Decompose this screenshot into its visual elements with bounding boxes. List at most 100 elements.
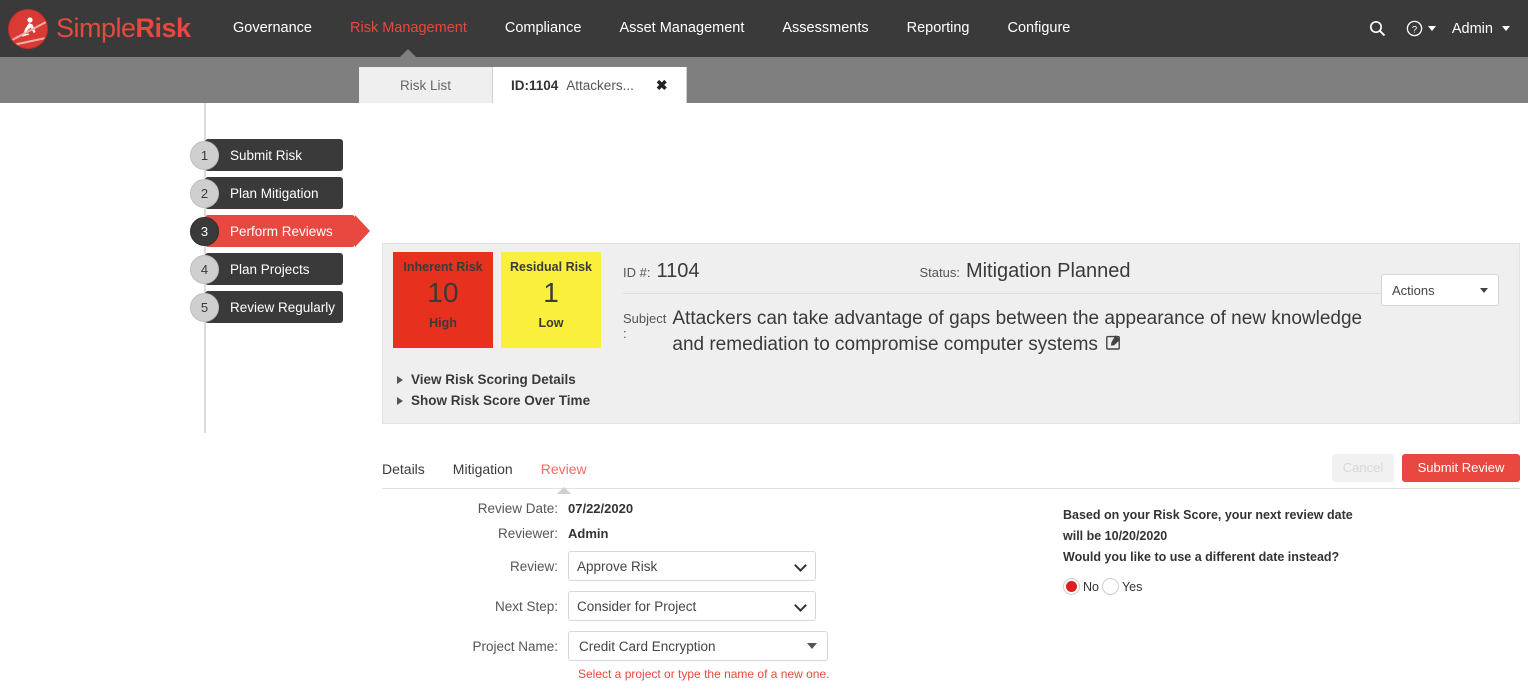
brand-name-simple: Simple — [56, 13, 136, 43]
tab-mitigation[interactable]: Mitigation — [453, 461, 513, 487]
risk-status-group: Status: Mitigation Planned — [919, 260, 1130, 283]
chevron-down-icon-admin — [1502, 26, 1510, 32]
risk-subject-row: Subject : Attackers can take advantage o… — [623, 294, 1381, 357]
tab-risk-detail-id: ID:1104 — [511, 77, 559, 93]
risk-subtabs-row: Details Mitigation Review Cancel Submit … — [382, 451, 1520, 494]
field-row-project-name: Project Name: Credit Card Encryption — [382, 631, 1520, 661]
residual-risk-value: 1 — [543, 277, 559, 308]
toggle-scoring-label: View Risk Scoring Details — [411, 372, 576, 388]
main-menu: Governance Risk Management Compliance As… — [214, 0, 1089, 58]
step-label-1: Submit Risk — [230, 147, 303, 163]
actions-dropdown[interactable]: Actions — [1381, 274, 1499, 306]
project-name-combobox[interactable]: Credit Card Encryption — [568, 631, 828, 661]
toggle-overtime-label: Show Risk Score Over Time — [411, 393, 591, 409]
project-name-label: Project Name: — [472, 638, 558, 654]
inherent-risk-level: High — [429, 316, 457, 330]
reviewer-label: Reviewer: — [497, 526, 558, 541]
tab-details[interactable]: Details — [382, 461, 425, 487]
risk-header-top: Inherent Risk 10 High Residual Risk 1 Lo… — [383, 244, 1519, 363]
menu-item-assessments[interactable]: Assessments — [763, 0, 887, 57]
risk-status-label: Status: — [919, 265, 960, 280]
sidebar-item-plan-mitigation[interactable]: 2 Plan Mitigation — [188, 177, 358, 209]
brand-name: SimpleRisk — [56, 13, 191, 44]
sidebar-item-review-regularly[interactable]: 5 Review Regularly — [188, 291, 358, 323]
status-badge: Mitigation Planned — [965, 260, 1131, 282]
tab-risk-list[interactable]: Risk List — [359, 67, 493, 103]
next-step-select[interactable]: Consider for Project — [568, 591, 816, 621]
chevron-down-icon-actions — [1480, 287, 1488, 293]
close-icon[interactable]: ✖ — [656, 77, 668, 94]
risk-id-status-row: ID #: 1104 Status: Mitigation Planned — [623, 252, 1381, 294]
step-number-4: 4 — [190, 254, 219, 284]
triangle-right-icon-overtime — [397, 396, 403, 405]
browser-tab-strip: Risk List ID:1104 Attackers... ✖ — [0, 57, 1528, 103]
radio-no[interactable] — [1063, 578, 1080, 595]
review-select[interactable]: Approve Risk — [568, 551, 816, 581]
tab-risk-detail[interactable]: ID:1104 Attackers... ✖ — [493, 67, 687, 103]
risk-subject-label: Subject : — [623, 311, 667, 341]
submit-review-button[interactable]: Submit Review — [1402, 453, 1520, 482]
project-name-helper-text: Select a project or type the name of a n… — [578, 667, 830, 681]
menu-item-asset-management[interactable]: Asset Management — [600, 0, 763, 57]
reviewer-value: Admin — [568, 526, 609, 541]
toggle-show-risk-score-over-time[interactable]: Show Risk Score Over Time — [397, 390, 1519, 411]
step-number-5: 5 — [190, 292, 219, 322]
next-review-line-2: will be 10/20/2020 — [1063, 529, 1168, 543]
radio-yes-label: Yes — [1121, 579, 1143, 594]
brand-logo-area[interactable]: SimpleRisk — [8, 8, 198, 49]
tab-review[interactable]: Review — [541, 461, 587, 494]
review-label: Review: — [509, 558, 558, 574]
residual-risk-box: Residual Risk 1 Low — [501, 252, 601, 348]
admin-menu[interactable]: Admin — [1448, 21, 1514, 37]
simplerisk-logo-icon — [8, 8, 48, 49]
inherent-risk-title: Inherent Risk — [403, 260, 483, 274]
menu-item-risk-management[interactable]: Risk Management — [331, 0, 486, 58]
residual-risk-title: Residual Risk — [510, 260, 592, 274]
edit-pencil-icon[interactable] — [1106, 332, 1122, 358]
next-review-line-1: Based on your Risk Score, your next revi… — [1063, 508, 1353, 522]
toggle-view-risk-scoring-details[interactable]: View Risk Scoring Details — [397, 369, 1519, 390]
risk-subject-value: Attackers can take advantage of gaps bet… — [672, 306, 1381, 357]
tab-action-buttons: Cancel Submit Review — [1332, 453, 1520, 482]
review-date-label: Review Date: — [477, 501, 558, 516]
search-glyph-icon — [1369, 20, 1386, 37]
search-icon[interactable] — [1361, 14, 1394, 43]
next-review-line-3: Would you like to use a different date i… — [1063, 550, 1340, 564]
cancel-button[interactable]: Cancel — [1332, 453, 1394, 482]
inherent-risk-box: Inherent Risk 10 High — [393, 252, 493, 348]
review-select-wrap: Approve Risk — [568, 551, 816, 581]
menu-item-reporting[interactable]: Reporting — [888, 0, 989, 57]
field-row-next-step: Next Step: Consider for Project — [382, 591, 1520, 621]
project-name-value: Credit Card Encryption — [579, 638, 716, 654]
sidebar-item-perform-reviews[interactable]: 3 Perform Reviews — [188, 215, 370, 247]
next-review-date-panel: Based on your Risk Score, your next revi… — [1063, 508, 1463, 595]
chevron-down-icon-project — [807, 643, 817, 649]
page-body: 1 Submit Risk 2 Plan Mitigation 3 Perfor… — [0, 103, 1528, 688]
svg-text:?: ? — [1412, 24, 1417, 35]
radio-no-label: No — [1083, 579, 1099, 594]
menu-item-compliance[interactable]: Compliance — [486, 0, 601, 57]
sidebar-item-submit-risk[interactable]: 1 Submit Risk — [188, 139, 358, 171]
chevron-down-icon-help — [1427, 26, 1436, 31]
step-label-2: Plan Mitigation — [230, 185, 319, 201]
sidebar-item-plan-projects[interactable]: 4 Plan Projects — [188, 253, 358, 285]
workflow-step-rail: 1 Submit Risk 2 Plan Mitigation 3 Perfor… — [188, 103, 370, 433]
step-number-2: 2 — [190, 178, 219, 208]
review-date-value: 07/22/2020 — [568, 501, 634, 516]
risk-subject-text: Attackers can take advantage of gaps bet… — [672, 308, 1363, 355]
step-number-1: 1 — [190, 140, 219, 170]
admin-menu-label: Admin — [1451, 20, 1493, 37]
step-label-4: Plan Projects — [230, 261, 310, 277]
residual-risk-level: Low — [538, 316, 564, 330]
edit-glyph-icon — [1106, 334, 1121, 350]
radio-yes[interactable] — [1101, 578, 1119, 595]
tab-risk-list-label: Risk List — [399, 77, 451, 93]
next-step-label: Next Step: — [494, 598, 558, 614]
brand-name-risk: Risk — [135, 13, 192, 43]
risk-header-card: Inherent Risk 10 High Residual Risk 1 Lo… — [382, 243, 1520, 425]
help-circle-icon[interactable]: ? — [1398, 14, 1444, 43]
menu-item-governance[interactable]: Governance — [214, 0, 331, 57]
risk-id-label: ID #: — [623, 265, 651, 280]
help-glyph-icon: ? — [1406, 20, 1423, 37]
menu-item-configure[interactable]: Configure — [988, 0, 1089, 57]
